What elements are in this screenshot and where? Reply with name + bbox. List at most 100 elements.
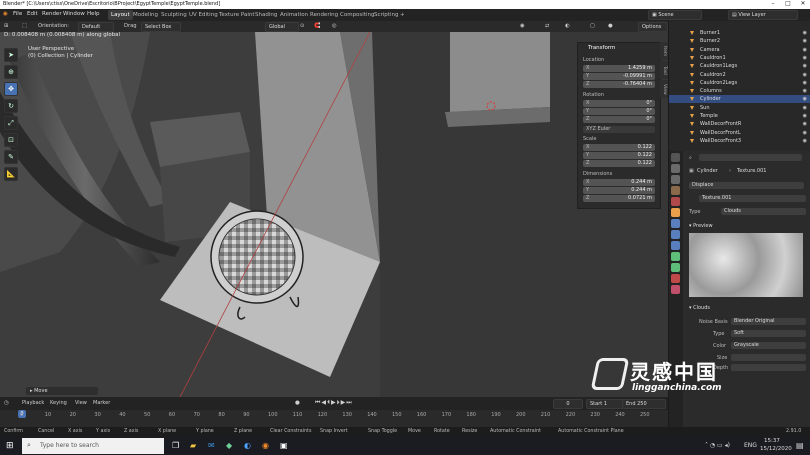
timeline-menu-keying[interactable]: Keying — [50, 400, 67, 406]
outliner-item[interactable]: Burner1 ◉ — [669, 29, 810, 37]
view-layer-selector[interactable]: ▤ View Layer — [728, 10, 798, 20]
location-z-field[interactable]: Z -0.76404 m — [583, 81, 655, 88]
notifications-icon[interactable]: ▤ — [796, 441, 804, 450]
texture-type-dropdown[interactable]: Clouds — [721, 208, 806, 215]
noise-basis-dropdown[interactable]: Blender Original — [731, 318, 806, 325]
outliner-item[interactable]: Camera ◉ — [669, 46, 810, 54]
tool-tab-icon[interactable] — [671, 153, 680, 162]
outliner-item[interactable]: Sun ◉ — [669, 104, 810, 112]
cursor-tool-icon[interactable]: ⊕ — [4, 65, 18, 79]
menu-window[interactable]: Window — [63, 11, 85, 17]
world-tab-icon[interactable] — [671, 197, 680, 206]
tab-view[interactable]: View — [660, 80, 668, 98]
constraints-tab-icon[interactable] — [671, 252, 680, 261]
rotate-tool-icon[interactable]: ↻ — [4, 99, 18, 113]
data-tab-icon[interactable] — [671, 263, 680, 272]
3d-viewport[interactable]: D: 0.008408 m (0.008408 m) along global … — [0, 32, 668, 397]
transform-orientation-dropdown[interactable]: Global — [265, 22, 299, 32]
search-icon[interactable]: ⌕ — [689, 155, 692, 161]
dimensions-y-field[interactable]: Y 0.244 m — [583, 187, 655, 194]
particles-tab-icon[interactable] — [671, 230, 680, 239]
tab-rendering[interactable]: Rendering — [307, 10, 341, 20]
menu-file[interactable]: File — [13, 11, 22, 17]
tab-tool[interactable]: Tool — [660, 61, 668, 79]
outliner-item[interactable]: Temple ◉ — [669, 112, 810, 120]
shading-solid-icon[interactable]: ● — [608, 23, 613, 29]
overlays-icon[interactable]: ◐ — [565, 23, 570, 29]
move-tool-icon[interactable]: ✥ — [4, 82, 18, 96]
tab-layout[interactable]: Layout — [108, 10, 133, 20]
timeline-menu-view[interactable]: View — [75, 400, 87, 406]
visibility-eye-icon[interactable]: ◉ — [803, 71, 807, 79]
location-y-field[interactable]: Y -0.09991 m — [583, 73, 655, 80]
texture-tab-icon[interactable] — [671, 285, 680, 294]
outliner-item[interactable]: WallDecorFrontL ◉ — [669, 129, 810, 137]
start-frame-field[interactable]: Start 1 — [586, 399, 624, 409]
scale-z-field[interactable]: Z 0.122 — [583, 160, 655, 167]
location-x-field[interactable]: X 1.4259 m — [583, 65, 655, 72]
outliner-item[interactable]: WallDecorFrontR ◉ — [669, 120, 810, 128]
scale-tool-icon[interactable]: ⤢ — [4, 116, 18, 130]
outliner-item[interactable]: WallDecorFront3 ◉ — [669, 137, 810, 145]
visibility-eye-icon[interactable]: ◉ — [803, 95, 807, 103]
scale-x-field[interactable]: X 0.122 — [583, 144, 655, 151]
render-tab-icon[interactable] — [671, 164, 680, 173]
visibility-eye-icon[interactable]: ◉ — [803, 29, 807, 37]
rotation-mode-dropdown[interactable]: XYZ Euler — [583, 126, 655, 133]
color-dropdown[interactable]: Grayscale — [731, 342, 806, 349]
dimensions-x-field[interactable]: X 0.244 m — [583, 179, 655, 186]
playback-controls[interactable]: ⏮◀⏴▶⏵▶⏭ — [315, 399, 353, 407]
output-tab-icon[interactable] — [671, 175, 680, 184]
visibility-icon[interactable]: ◉ — [520, 23, 525, 29]
timeline-editor-icon[interactable]: ◷ — [4, 400, 9, 406]
outliner-item[interactable]: Cauldron1 ◉ — [669, 54, 810, 62]
last-operator-panel[interactable]: ▸ Move — [26, 387, 98, 395]
menu-help[interactable]: Help — [87, 11, 100, 17]
options-dropdown[interactable]: Options — [638, 22, 668, 32]
material-tab-icon[interactable] — [671, 274, 680, 283]
timeline-menu-playback[interactable]: Playback — [22, 400, 44, 406]
visibility-eye-icon[interactable]: ◉ — [803, 37, 807, 45]
maximize-button[interactable]: □ — [781, 0, 795, 9]
outliner-item[interactable]: Cylinder ◉ — [669, 95, 810, 104]
blender-taskbar-icon[interactable]: ◉ — [262, 441, 269, 450]
timeline-menu-marker[interactable]: Marker — [93, 400, 110, 406]
record-icon[interactable]: ● — [295, 400, 300, 406]
mail-icon[interactable]: ✉ — [208, 441, 215, 450]
proportional-edit-icon[interactable]: ◎ — [332, 23, 337, 29]
noise-type-dropdown[interactable]: Soft — [731, 330, 806, 337]
physics-tab-icon[interactable] — [671, 241, 680, 250]
measure-tool-icon[interactable]: 📐 — [4, 167, 18, 181]
store-icon[interactable]: ◆ — [226, 441, 232, 450]
outliner-item[interactable]: Cauldron2 ◉ — [669, 71, 810, 79]
rotation-z-field[interactable]: Z 0° — [583, 116, 655, 123]
rotation-x-field[interactable]: X 0° — [583, 100, 655, 107]
visibility-eye-icon[interactable]: ◉ — [803, 62, 807, 70]
outliner-item[interactable]: Columns ◉ — [669, 87, 810, 95]
windows-start-icon[interactable]: ⊞ — [6, 441, 14, 451]
xray-icon[interactable]: ▢ — [590, 23, 595, 29]
snap-icon[interactable]: 🧲 — [314, 23, 320, 29]
visibility-eye-icon[interactable]: ◉ — [803, 104, 807, 112]
visibility-eye-icon[interactable]: ◉ — [803, 46, 807, 54]
gizmo-icon[interactable]: ⇄ — [545, 23, 549, 29]
clock-time[interactable]: 15:37 — [764, 438, 780, 444]
minimize-button[interactable]: – — [766, 0, 780, 9]
clock-date[interactable]: 15/12/2020 — [760, 446, 792, 452]
add-workspace-button[interactable]: + — [397, 10, 408, 20]
current-frame-field[interactable]: 0 — [553, 399, 583, 409]
visibility-eye-icon[interactable]: ◉ — [803, 120, 807, 128]
blender-logo-icon[interactable]: ◉ — [3, 11, 8, 17]
preview-header[interactable]: ▾ Preview — [689, 223, 713, 229]
tab-item[interactable]: Item — [660, 42, 668, 60]
outliner-item[interactable]: Burner2 ◉ — [669, 37, 810, 45]
menu-render[interactable]: Render — [42, 11, 62, 17]
outliner-item[interactable]: Cauldron1Legs ◉ — [669, 62, 810, 70]
tab-sculpting[interactable]: Sculpting — [158, 10, 190, 20]
select-tool-icon[interactable]: ➤ — [4, 48, 18, 62]
transform-tool-icon[interactable]: ⊡ — [4, 133, 18, 147]
tray-icons[interactable]: ˄ ◔ ▭ ◂) — [705, 442, 730, 449]
app-icon[interactable]: ▣ — [280, 441, 288, 450]
dimensions-z-field[interactable]: Z 0.0721 m — [583, 195, 655, 202]
taskbar-search-box[interactable]: ⌕ Type here to search — [22, 438, 164, 454]
